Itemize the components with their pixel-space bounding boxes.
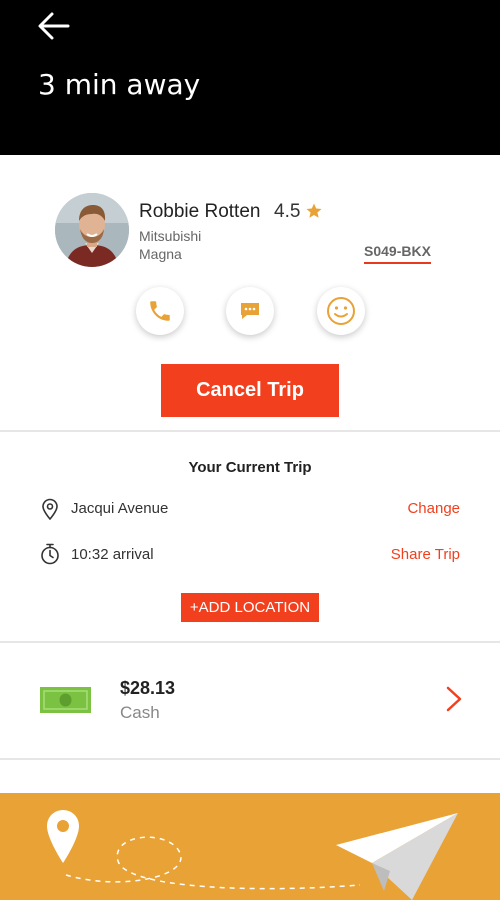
change-destination-link[interactable]: Change [407,500,460,517]
add-location-button[interactable]: +ADD LOCATION [181,593,319,622]
car-model: Magna [139,246,182,262]
cancel-trip-button[interactable]: Cancel Trip [161,364,339,417]
car-make: Mitsubishi [139,228,202,244]
divider [0,641,500,643]
message-button[interactable] [226,287,274,335]
license-plate: S049-BKX [364,243,431,264]
payment-method: Cash [120,703,160,722]
phone-icon [150,301,170,321]
map-pin-icon [47,810,79,863]
fare-amount: $28.13 [120,678,176,698]
driver-rating: 4.5 [274,201,301,222]
call-button[interactable] [136,287,184,335]
chat-icon [241,303,259,319]
cash-icon [40,687,91,713]
driver-avatar [55,193,129,267]
top-header: 3 min away [0,0,500,155]
smiley-icon [327,297,355,325]
location-pin-icon [42,498,58,520]
arrow-left-icon [38,12,70,40]
share-trip-link[interactable]: Share Trip [391,546,460,563]
stopwatch-icon [41,543,59,565]
star-icon [306,203,322,218]
rate-driver-button[interactable] [317,287,365,335]
divider [0,758,500,760]
arrival-time-text: 10:32 arrival [71,546,154,563]
destination-text: Jacqui Avenue [71,500,169,517]
page-title: 3 min away [38,68,201,101]
trip-section-title: Your Current Trip [188,459,312,476]
driver-card: Robbie Rotten 4.5 Mitsubishi Magna S049-… [0,155,500,430]
paper-plane-icon [336,813,458,900]
chevron-right-icon[interactable] [444,685,464,713]
divider [0,430,500,432]
driver-name: Robbie Rotten [139,201,261,222]
illustration-banner [0,793,500,900]
back-button[interactable] [36,10,72,42]
